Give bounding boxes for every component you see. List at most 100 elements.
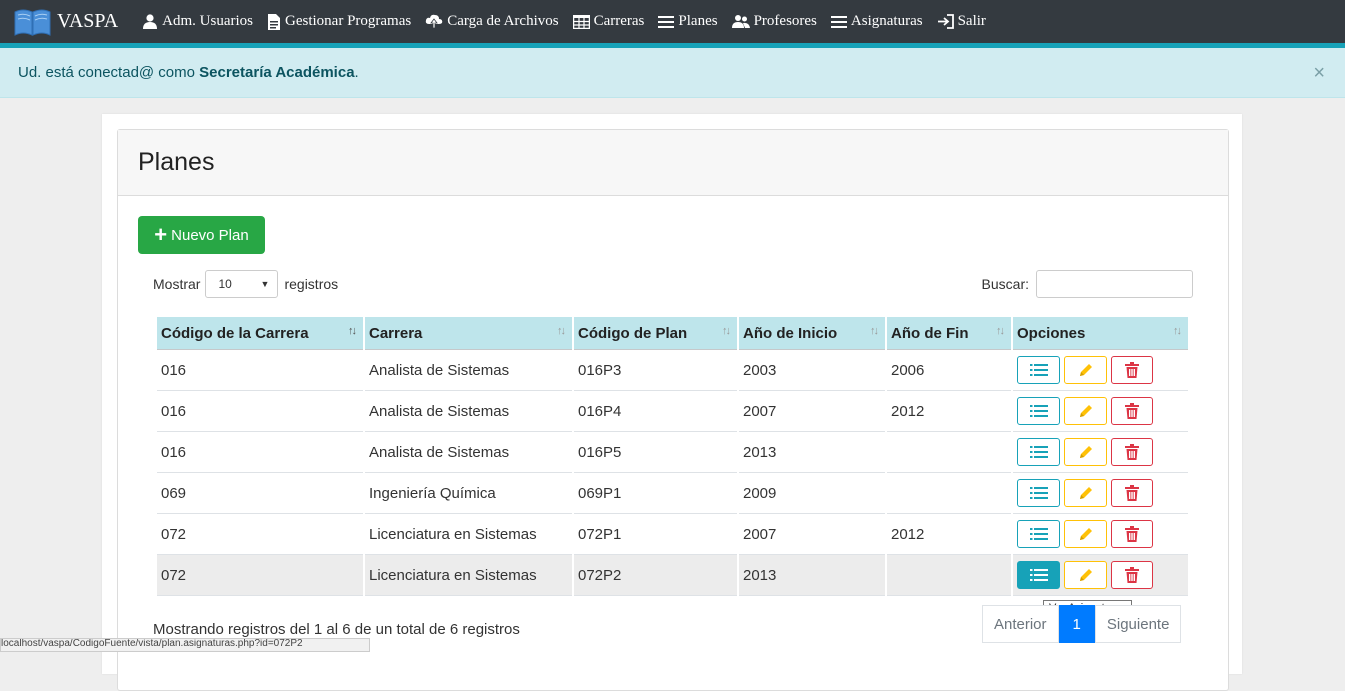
- book-icon: [14, 9, 51, 36]
- nav-asignaturas[interactable]: Asignaturas: [830, 13, 923, 30]
- list-icon: [658, 15, 675, 28]
- page-1-button[interactable]: 1: [1058, 605, 1095, 643]
- new-plan-button[interactable]: + Nuevo Plan: [138, 216, 265, 254]
- plans-table: Código de la Carrera ↑↓ Carrera ↑↓ Código …: [155, 317, 1190, 596]
- row-actions: [1017, 520, 1184, 548]
- nav-adm-usuarios[interactable]: Adm. Usuarios: [142, 13, 253, 30]
- cell-anio-inicio: 2013: [739, 432, 885, 473]
- row-actions: [1017, 438, 1184, 466]
- alert-suffix: .: [354, 64, 359, 81]
- list-icon: [1029, 487, 1048, 499]
- cell-anio-fin: [887, 473, 1011, 514]
- nav-label: Carreras: [593, 13, 645, 29]
- col-carrera[interactable]: Carrera ↑↓: [365, 317, 572, 350]
- next-page-button[interactable]: Siguiente: [1094, 605, 1182, 643]
- cell-anio-fin: 2012: [887, 391, 1011, 432]
- delete-button[interactable]: [1111, 479, 1153, 507]
- search-label: Buscar:: [981, 276, 1029, 292]
- delete-button[interactable]: [1111, 520, 1153, 548]
- row-actions: [1017, 479, 1184, 507]
- cell-codigo-plan: 072P1: [574, 514, 737, 555]
- cell-opciones: [1013, 391, 1188, 432]
- pencil-icon: [1079, 487, 1092, 499]
- cell-anio-inicio: 2013: [739, 555, 885, 596]
- col-opciones[interactable]: Opciones ↑↓: [1013, 317, 1188, 350]
- list-icon: [830, 15, 847, 28]
- delete-button[interactable]: [1111, 356, 1153, 384]
- edit-button[interactable]: [1064, 397, 1107, 425]
- sort-icon: ↑↓: [557, 325, 566, 337]
- delete-button[interactable]: [1111, 561, 1153, 589]
- page-length-value: 10: [218, 277, 232, 291]
- edit-button[interactable]: [1064, 561, 1107, 589]
- sort-icon: ↑↓: [996, 325, 1005, 337]
- nav-gestionar-programas[interactable]: Gestionar Programas: [267, 13, 411, 30]
- list-icon: [1029, 569, 1048, 581]
- table-row: 069 Ingeniería Química 069P1 2009: [157, 473, 1188, 514]
- nav-salir[interactable]: Salir: [937, 13, 986, 30]
- nav-label: Asignaturas: [850, 13, 923, 29]
- sort-asc-icon: ↑↓: [348, 325, 357, 337]
- edit-button[interactable]: [1064, 356, 1107, 384]
- page-length-select[interactable]: 10 ▼: [205, 270, 279, 298]
- close-icon[interactable]: ×: [1313, 63, 1325, 83]
- edit-button[interactable]: [1064, 520, 1107, 548]
- col-codigo-carrera[interactable]: Código de la Carrera ↑↓: [157, 317, 363, 350]
- brand[interactable]: VASPA: [14, 8, 118, 36]
- cell-opciones: [1013, 514, 1188, 555]
- cell-codigo-plan: 072P2: [574, 555, 737, 596]
- view-subjects-button[interactable]: [1017, 479, 1060, 507]
- delete-button[interactable]: [1111, 438, 1153, 466]
- cell-anio-inicio: 2007: [739, 514, 885, 555]
- header-label: Carrera: [369, 324, 423, 342]
- list-icon: [1029, 528, 1048, 540]
- navbar: VASPA Adm. Usuarios Gestionar Programas …: [0, 0, 1345, 48]
- connected-alert: Ud. está conectad@ como Secretaría Acadé…: [0, 48, 1345, 98]
- plus-icon: +: [154, 222, 168, 247]
- pencil-icon: [1079, 569, 1092, 581]
- cell-carrera: Licenciatura en Sistemas: [365, 555, 572, 596]
- edit-button[interactable]: [1064, 438, 1107, 466]
- nav-carreras[interactable]: Carreras: [572, 13, 645, 30]
- view-subjects-button[interactable]: [1017, 520, 1060, 548]
- cell-carrera: Analista de Sistemas: [365, 432, 572, 473]
- card-header: Planes: [118, 130, 1228, 196]
- nav-profesores[interactable]: Profesores: [731, 13, 817, 30]
- sort-icon: ↑↓: [1173, 325, 1182, 337]
- delete-button[interactable]: [1111, 397, 1153, 425]
- view-subjects-button[interactable]: [1017, 356, 1060, 384]
- page-length-control: Mostrar 10 ▼ registros: [153, 270, 338, 298]
- nav-label: Profesores: [753, 13, 817, 29]
- table-header-row: Código de la Carrera ↑↓ Carrera ↑↓ Código …: [157, 317, 1188, 350]
- cell-codigo-plan: 016P5: [574, 432, 737, 473]
- view-subjects-button[interactable]: [1017, 397, 1060, 425]
- cell-codigo-carrera: 016: [157, 391, 363, 432]
- header-label: Código de la Carrera: [161, 324, 309, 342]
- col-codigo-plan[interactable]: Código de Plan ↑↓: [574, 317, 737, 350]
- col-anio-inicio[interactable]: Año de Inicio ↑↓: [739, 317, 885, 350]
- cell-anio-fin: [887, 432, 1011, 473]
- view-subjects-button[interactable]: [1017, 438, 1060, 466]
- trash-icon: [1125, 403, 1139, 419]
- cloud-upload-icon: [426, 14, 443, 29]
- pencil-icon: [1079, 446, 1092, 458]
- pencil-icon: [1079, 405, 1092, 417]
- header-label: Año de Fin: [891, 324, 969, 342]
- prev-page-button[interactable]: Anterior: [982, 605, 1059, 643]
- table-row: 072 Licenciatura en Sistemas 072P1 2007 2012: [157, 514, 1188, 555]
- nav-carga-archivos[interactable]: Carga de Archivos: [425, 13, 559, 30]
- view-subjects-button[interactable]: [1017, 561, 1060, 589]
- list-icon: [1029, 364, 1048, 376]
- cell-codigo-carrera: 069: [157, 473, 363, 514]
- cell-anio-inicio: 2007: [739, 391, 885, 432]
- search-input[interactable]: [1036, 270, 1193, 298]
- edit-button[interactable]: [1064, 479, 1107, 507]
- row-actions: [1017, 561, 1184, 589]
- cell-codigo-plan: 016P4: [574, 391, 737, 432]
- trash-icon: [1125, 444, 1139, 460]
- nav-planes[interactable]: Planes: [658, 13, 718, 30]
- browser-status-bar: localhost/vaspa/CodigoFuente/vista/plan.…: [0, 638, 370, 652]
- cell-codigo-carrera: 016: [157, 350, 363, 391]
- cell-codigo-carrera: 072: [157, 555, 363, 596]
- col-anio-fin[interactable]: Año de Fin ↑↓: [887, 317, 1011, 350]
